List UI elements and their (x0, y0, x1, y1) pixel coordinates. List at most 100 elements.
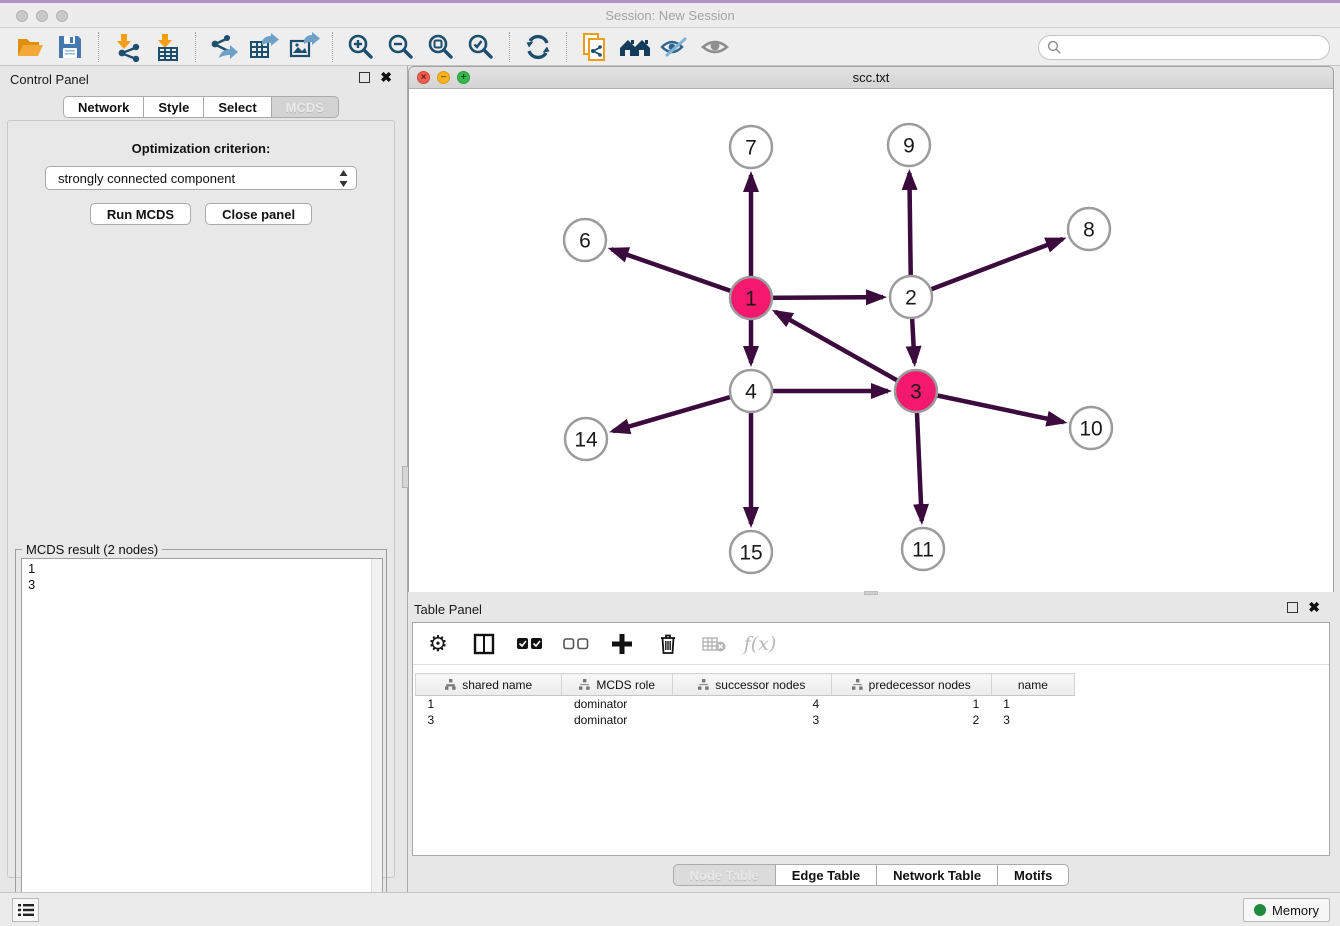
column-header-mcds-role[interactable]: MCDS role (562, 674, 673, 696)
split-pane-icon (473, 633, 495, 655)
memory-button[interactable]: Memory (1243, 898, 1330, 922)
zoom-out-button[interactable] (384, 31, 418, 63)
table-row[interactable]: 1 dominator 4 1 1 (416, 696, 1075, 712)
export-image-button[interactable] (287, 31, 321, 63)
optimization-criterion-label: Optimization criterion: (8, 141, 394, 156)
mcds-result-group: MCDS result (2 nodes) 1 3 (15, 549, 387, 926)
column-tree-icon (698, 679, 709, 690)
mcds-result-title: MCDS result (2 nodes) (22, 542, 162, 557)
table-panel-header: Table Panel ✖ (408, 597, 1334, 621)
result-scrollbar[interactable] (371, 559, 382, 921)
status-bar: Memory (0, 892, 1340, 926)
graph-edge-3-10[interactable] (916, 391, 1064, 422)
export-image-icon (288, 32, 320, 62)
column-header-successor-nodes[interactable]: successor nodes (672, 674, 831, 696)
float-table-panel-icon[interactable] (1287, 602, 1298, 613)
new-network-from-selection-button[interactable] (578, 31, 612, 63)
run-mcds-button[interactable]: Run MCDS (90, 203, 191, 225)
column-tree-icon (852, 679, 863, 690)
tab-node-table[interactable]: Node Table (673, 864, 776, 886)
unchecked-boxes-icon (563, 638, 589, 650)
graph-node-label-11: 11 (912, 538, 934, 561)
apply-function-button[interactable]: f(x) (747, 631, 773, 657)
tab-mcds[interactable]: MCDS (272, 96, 339, 118)
apply-layout-button[interactable] (521, 31, 555, 63)
select-all-columns-button[interactable] (517, 631, 543, 657)
search-input[interactable] (1062, 38, 1329, 58)
zoom-in-icon (346, 32, 376, 62)
network-canvas[interactable]: 7968124314101511 (409, 89, 1333, 592)
refresh-icon (523, 32, 553, 62)
export-network-button[interactable] (207, 31, 241, 63)
optimization-criterion-dropdown[interactable]: strongly connected component (45, 166, 357, 190)
task-history-button[interactable] (12, 898, 39, 922)
memory-status-icon (1254, 904, 1266, 916)
zoom-selected-button[interactable] (464, 31, 498, 63)
tab-network[interactable]: Network (63, 96, 144, 118)
node-table-window: ⚙ f(x) (412, 622, 1330, 856)
table-panel-tabs: Node Table Edge Table Network Table Moti… (408, 864, 1334, 886)
column-tree-icon (445, 679, 456, 690)
graph-node-label-8: 8 (1083, 218, 1095, 241)
import-network-button[interactable] (110, 31, 144, 63)
memory-label: Memory (1272, 903, 1319, 918)
zoom-fit-button[interactable] (424, 31, 458, 63)
column-header-shared-name[interactable]: shared name (416, 674, 562, 696)
import-table-button[interactable] (150, 31, 184, 63)
import-network-icon (112, 32, 142, 62)
control-panel-tabs: Network Style Select MCDS (0, 96, 402, 118)
column-header-name[interactable]: name (991, 674, 1074, 696)
zoom-in-button[interactable] (344, 31, 378, 63)
deselect-all-columns-button[interactable] (563, 631, 589, 657)
graph-node-label-1: 1 (745, 287, 757, 310)
graph-node-label-10: 10 (1079, 417, 1102, 440)
tab-edge-table[interactable]: Edge Table (776, 864, 877, 886)
delete-column-button[interactable] (655, 631, 681, 657)
tab-network-table[interactable]: Network Table (877, 864, 998, 886)
toolbar-separator (566, 32, 567, 62)
eye-icon (699, 33, 731, 61)
workspace: × − + scc.txt 7968124314101511 Table Pan… (408, 66, 1334, 892)
close-panel-icon[interactable]: ✖ (380, 72, 392, 83)
hide-selected-button[interactable] (658, 31, 692, 63)
open-session-button[interactable] (13, 31, 47, 63)
graph-edge-2-8[interactable] (911, 239, 1063, 297)
split-pane-button[interactable] (471, 631, 497, 657)
first-neighbors-button[interactable] (618, 31, 652, 63)
graph-node-label-15: 15 (739, 541, 762, 564)
delete-table-button[interactable] (701, 631, 727, 657)
column-header-predecessor-nodes[interactable]: predecessor nodes (831, 674, 991, 696)
search-icon (1047, 40, 1062, 55)
network-window-titlebar[interactable]: × − + scc.txt (409, 67, 1333, 89)
network-window-title: scc.txt (409, 70, 1333, 85)
network-view-window: × − + scc.txt 7968124314101511 (408, 66, 1334, 592)
network-graph: 7968124314101511 (409, 89, 1333, 592)
eye-slash-icon (659, 33, 691, 61)
node-table: shared name MCDS role successor nodes pr… (415, 673, 1075, 728)
close-panel-button[interactable]: Close panel (205, 203, 312, 225)
export-table-button[interactable] (247, 31, 281, 63)
save-session-button[interactable] (53, 31, 87, 63)
control-panel-title: Control Panel (10, 72, 89, 87)
graph-edge-3-1[interactable] (775, 312, 916, 391)
checked-boxes-icon (517, 638, 543, 650)
gear-icon: ⚙ (428, 631, 448, 657)
main-toolbar (0, 28, 1340, 66)
column-settings-button[interactable]: ⚙ (425, 631, 451, 657)
list-icon (18, 903, 34, 917)
network-splitter-handle[interactable] (864, 591, 878, 595)
zoom-fit-icon (426, 32, 456, 62)
float-panel-icon[interactable] (359, 72, 370, 83)
close-table-panel-icon[interactable]: ✖ (1308, 602, 1320, 613)
search-box[interactable] (1038, 35, 1330, 60)
documents-network-icon (580, 32, 610, 62)
mcds-result-box[interactable]: 1 3 (21, 558, 383, 922)
zoom-out-icon (386, 32, 416, 62)
tab-motifs[interactable]: Motifs (998, 864, 1069, 886)
table-row[interactable]: 3 dominator 3 2 3 (416, 712, 1075, 728)
tab-style[interactable]: Style (144, 96, 204, 118)
add-column-button[interactable] (609, 631, 635, 657)
graph-node-label-7: 7 (745, 136, 757, 159)
show-all-button[interactable] (698, 31, 732, 63)
tab-select[interactable]: Select (204, 96, 271, 118)
